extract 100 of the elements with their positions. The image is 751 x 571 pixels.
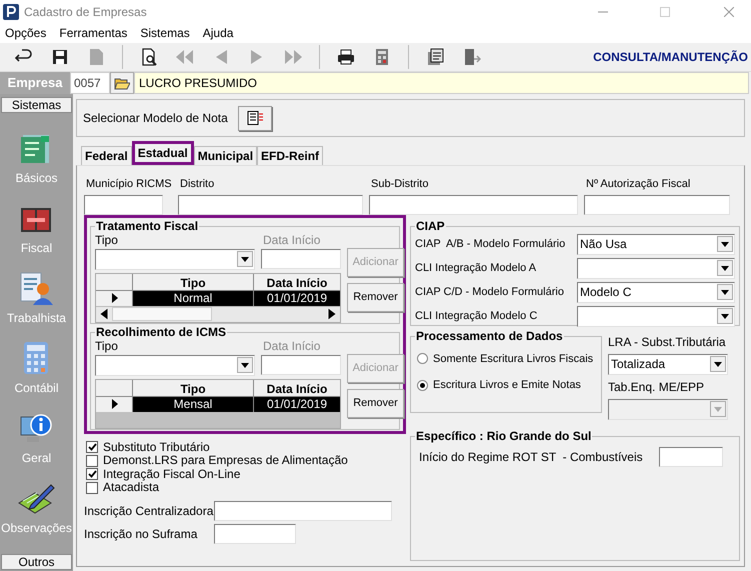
data-grid[interactable]: Tipo Data Início Mensal 01/01/2019 bbox=[95, 378, 341, 428]
document-stack-icon[interactable] bbox=[425, 47, 445, 67]
window-title: Cadastro de Empresas bbox=[24, 4, 147, 20]
calculator-icon bbox=[22, 341, 50, 375]
field-label: CIAP A/B - Modelo Formulário bbox=[415, 236, 566, 252]
data-grid[interactable]: Tipo Data Início Normal 01/01/2019 bbox=[95, 272, 341, 322]
checkbox[interactable] bbox=[86, 468, 98, 480]
dropdown-field[interactable] bbox=[95, 354, 255, 376]
column-header: Tipo bbox=[133, 380, 254, 396]
text-field[interactable] bbox=[584, 194, 730, 214]
checkbox[interactable] bbox=[86, 482, 98, 494]
dropdown-field[interactable] bbox=[95, 248, 255, 270]
menu-item[interactable]: Ferramentas bbox=[59, 24, 128, 42]
field-label: Tipo bbox=[95, 234, 119, 246]
check-icon bbox=[88, 443, 96, 452]
sidebar-footer-button[interactable]: Outros bbox=[1, 554, 72, 570]
checkbox-label: Atacadista bbox=[103, 481, 160, 494]
dropdown-field[interactable] bbox=[577, 258, 735, 278]
field-label: Município RICMS bbox=[85, 177, 173, 192]
company-code-field[interactable]: 0057 bbox=[70, 72, 110, 94]
action-button[interactable]: Remover bbox=[347, 282, 404, 312]
field-label: Sub-Distrito bbox=[370, 177, 430, 192]
caret-icon bbox=[721, 290, 729, 294]
model-label: Selecionar Modelo de Nota bbox=[83, 110, 228, 127]
text-field[interactable] bbox=[214, 500, 392, 520]
menu-item[interactable]: Sistemas bbox=[140, 24, 190, 42]
field-label: Nº Autorização Fiscal bbox=[585, 177, 692, 192]
worker-document-icon bbox=[19, 271, 54, 305]
printer-icon[interactable] bbox=[336, 47, 356, 67]
action-button[interactable]: Remover bbox=[347, 388, 404, 418]
column-header: Tipo bbox=[133, 274, 254, 290]
menu-item[interactable]: Ajuda bbox=[202, 24, 234, 42]
folder-icon bbox=[114, 76, 130, 90]
field-label: Data Início bbox=[263, 340, 320, 352]
checkbox[interactable] bbox=[86, 454, 98, 467]
checkbox[interactable] bbox=[86, 441, 98, 454]
mode-label: CONSULTA/MANUTENÇÃO bbox=[593, 49, 748, 66]
dropdown-button[interactable] bbox=[717, 236, 733, 252]
dropdown-button[interactable] bbox=[710, 356, 726, 372]
dropdown-field[interactable]: Totalizada bbox=[608, 354, 728, 374]
dropdown-button[interactable] bbox=[717, 260, 733, 276]
text-field[interactable] bbox=[214, 524, 296, 544]
text-field[interactable] bbox=[178, 194, 363, 214]
caret-icon bbox=[241, 362, 249, 368]
close-icon[interactable] bbox=[724, 6, 734, 16]
text-field[interactable] bbox=[369, 194, 578, 214]
open-folder-button[interactable] bbox=[110, 72, 134, 94]
date-field[interactable] bbox=[261, 354, 341, 374]
field-label: Distrito bbox=[179, 177, 216, 192]
table-cell: 01/01/2019 bbox=[254, 290, 340, 306]
dropdown-field[interactable]: Não Usa bbox=[577, 234, 735, 254]
field-label: Data Início bbox=[263, 234, 320, 246]
column-header: Data Início bbox=[254, 380, 340, 396]
tab[interactable]: EFD-Reinf bbox=[257, 146, 324, 165]
field-label: Inscrição no Suframa bbox=[84, 526, 198, 542]
field-label: LRA - Subst.Tributária bbox=[608, 334, 727, 350]
radio-button[interactable] bbox=[417, 380, 428, 391]
sidebar-header-button[interactable]: Sistemas bbox=[1, 97, 72, 113]
table-cell: Mensal bbox=[133, 396, 254, 412]
field-label: Início do Regime ROT ST - Combustíveis bbox=[419, 448, 643, 466]
select-model-button[interactable] bbox=[238, 106, 272, 130]
list-icon bbox=[246, 111, 263, 125]
field-label: CIAP C/D - Modelo Formulário bbox=[415, 284, 564, 300]
caret-icon bbox=[714, 362, 722, 366]
company-name-field[interactable]: LUCRO PRESUMIDO bbox=[134, 72, 749, 94]
menu-item[interactable]: Opções bbox=[5, 24, 46, 42]
caret-icon bbox=[721, 266, 729, 270]
tab[interactable]: Estadual bbox=[132, 141, 194, 165]
dropdown-field[interactable] bbox=[577, 306, 735, 326]
field-label: Tipo bbox=[95, 340, 119, 352]
save-icon[interactable] bbox=[50, 47, 70, 67]
dropdown-button[interactable] bbox=[717, 284, 733, 300]
caret-icon bbox=[721, 242, 729, 246]
radio-label: Escritura Livros e Emite Notas bbox=[433, 378, 581, 393]
field-label: CLI Integração Modelo C bbox=[415, 308, 538, 324]
empresa-label: Empresa bbox=[0, 72, 70, 94]
grid-corner bbox=[96, 380, 133, 396]
radio-button[interactable] bbox=[417, 353, 428, 364]
caret-icon bbox=[714, 406, 722, 412]
tab[interactable]: Municipal bbox=[194, 146, 258, 165]
tab[interactable]: Federal bbox=[81, 146, 132, 165]
horizontal-scrollbar[interactable] bbox=[96, 306, 340, 322]
date-field[interactable] bbox=[658, 446, 723, 466]
checkbox-label: Substituto Tributário bbox=[103, 440, 210, 454]
text-field[interactable] bbox=[84, 194, 163, 214]
table-cell: 01/01/2019 bbox=[254, 396, 340, 412]
dropdown-button[interactable] bbox=[237, 251, 253, 267]
check-icon bbox=[88, 470, 96, 478]
dropdown-button[interactable] bbox=[237, 357, 253, 373]
checkbox-label: Demonst.LRS para Empresas de Alimentação bbox=[103, 454, 348, 468]
date-field[interactable] bbox=[261, 248, 341, 268]
grid-corner bbox=[96, 274, 133, 290]
field-label: CLI Integração Modelo A bbox=[415, 260, 536, 276]
column-header: Data Início bbox=[254, 274, 340, 290]
dropdown-field[interactable]: Modelo C bbox=[577, 282, 735, 302]
dropdown-button[interactable] bbox=[717, 308, 733, 324]
book-icon bbox=[19, 205, 54, 235]
field-label: Tab.Enq. ME/EPP bbox=[608, 378, 706, 396]
field-label: Inscrição Centralizadora bbox=[84, 502, 214, 520]
table-cell: Normal bbox=[133, 290, 254, 306]
